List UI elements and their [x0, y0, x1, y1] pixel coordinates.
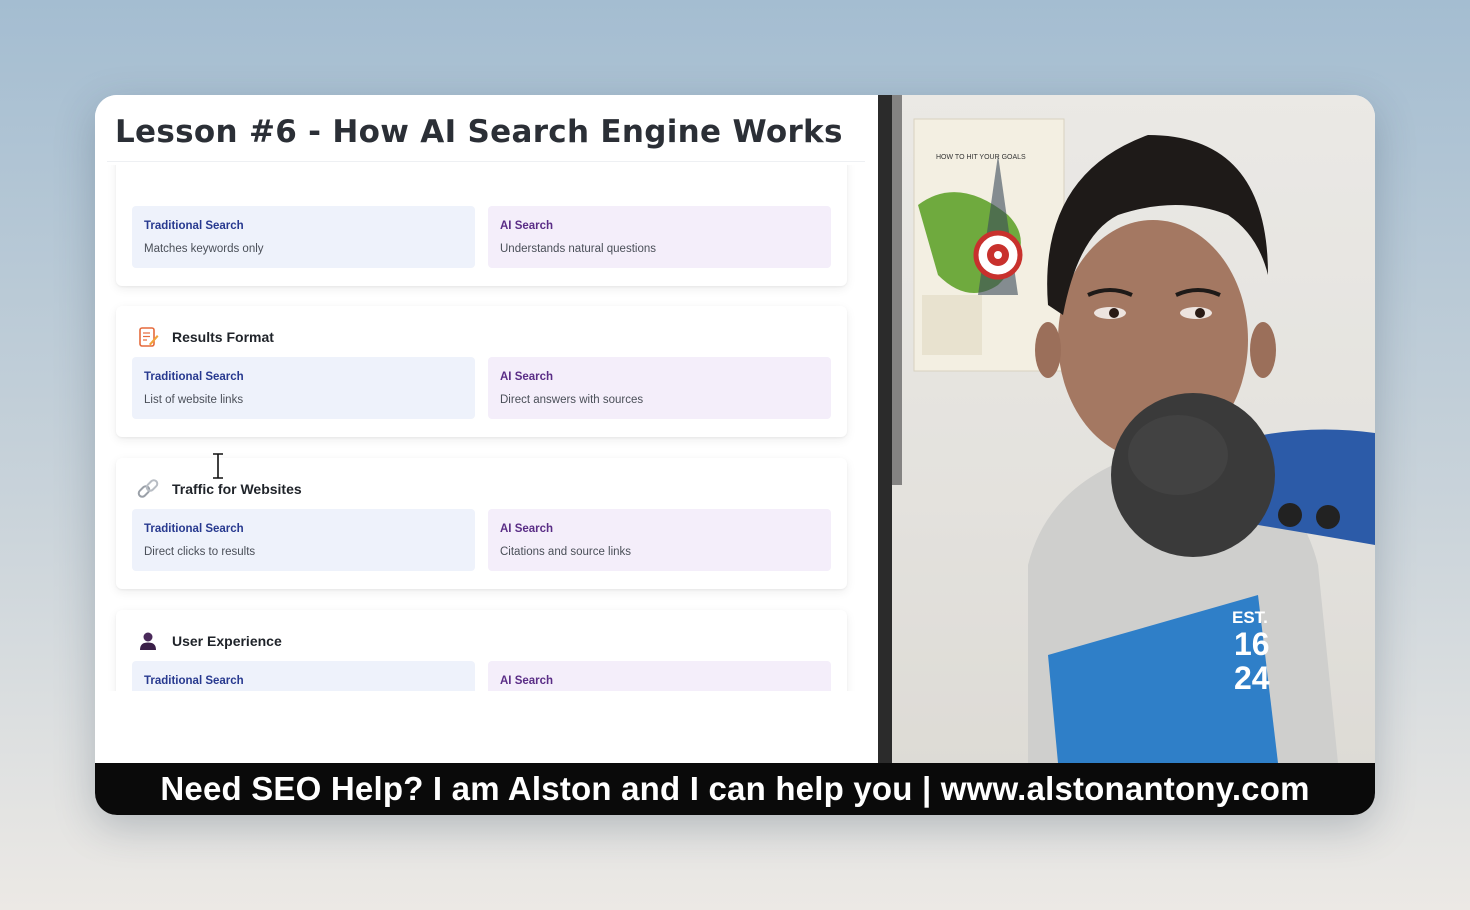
content-bottom-area	[95, 691, 878, 763]
link-icon	[136, 477, 160, 501]
traditional-search-desc: Direct clicks to results	[144, 546, 256, 558]
traditional-search-label: Traditional Search	[144, 523, 244, 535]
ai-search-box: AI Search Understands natural questions	[488, 206, 831, 268]
user-icon	[136, 629, 160, 653]
banner-text: Need SEO Help? I am Alston and I can hel…	[160, 770, 1310, 807]
traditional-search-label: Traditional Search	[144, 220, 244, 232]
webcam-scene: HOW TO HIT YOUR GOALS EST. 16 24	[878, 95, 1375, 763]
text-cursor-icon	[212, 452, 224, 484]
comparison-list: Traditional Search Matches keywords only…	[95, 165, 878, 693]
shirt-number-top: 16	[1234, 626, 1270, 662]
ai-search-box: AI Search Citations and source links	[488, 509, 831, 571]
card-title: Results Format	[172, 329, 274, 345]
traditional-search-box: Traditional Search Direct clicks to resu…	[132, 509, 475, 571]
ai-search-desc: Citations and source links	[500, 546, 632, 558]
ai-search-label: AI Search	[500, 371, 554, 383]
ai-search-label: AI Search	[500, 220, 554, 232]
memo-icon	[136, 325, 160, 349]
traditional-search-label: Traditional Search	[144, 675, 244, 687]
comparison-card-traffic: Traffic for Websites Traditional Search …	[116, 458, 847, 589]
traditional-search-label: Traditional Search	[144, 371, 244, 383]
card-title: Traffic for Websites	[172, 481, 302, 497]
traditional-search-desc: Matches keywords only	[144, 243, 264, 255]
card-header: Results Format	[136, 324, 274, 350]
shirt-est-text: EST.	[1232, 608, 1268, 627]
lesson-title: Lesson #6 - How AI Search Engine Works	[107, 103, 865, 162]
comparison-card-question-type: Traditional Search Matches keywords only…	[116, 165, 847, 286]
traditional-search-box: Traditional Search	[132, 661, 475, 693]
ai-search-label: AI Search	[500, 675, 554, 687]
comparison-card-results-format: Results Format Traditional Search List o…	[116, 306, 847, 437]
promo-banner: Need SEO Help? I am Alston and I can hel…	[95, 763, 1375, 815]
card-title: User Experience	[172, 633, 282, 649]
slide-panel: Lesson #6 - How AI Search Engine Works T…	[95, 95, 878, 763]
webcam-feed: HOW TO HIT YOUR GOALS EST. 16 24	[878, 95, 1375, 763]
traditional-search-box: Traditional Search List of website links	[132, 357, 475, 419]
shirt-number-bottom: 24	[1234, 660, 1270, 696]
traditional-search-desc: List of website links	[144, 394, 244, 406]
ai-search-desc: Understands natural questions	[500, 243, 656, 255]
video-frame: Lesson #6 - How AI Search Engine Works T…	[95, 95, 1375, 815]
card-header: User Experience	[136, 628, 282, 654]
poster-heading: HOW TO HIT YOUR GOALS	[936, 154, 1026, 161]
traditional-search-box: Traditional Search Matches keywords only	[132, 206, 475, 268]
ai-search-box: AI Search Direct answers with sources	[488, 357, 831, 419]
ai-search-label: AI Search	[500, 523, 554, 535]
ai-search-box: AI Search	[488, 661, 831, 693]
comparison-card-user-experience: User Experience Traditional Search AI Se…	[116, 610, 847, 693]
ai-search-desc: Direct answers with sources	[500, 394, 644, 406]
